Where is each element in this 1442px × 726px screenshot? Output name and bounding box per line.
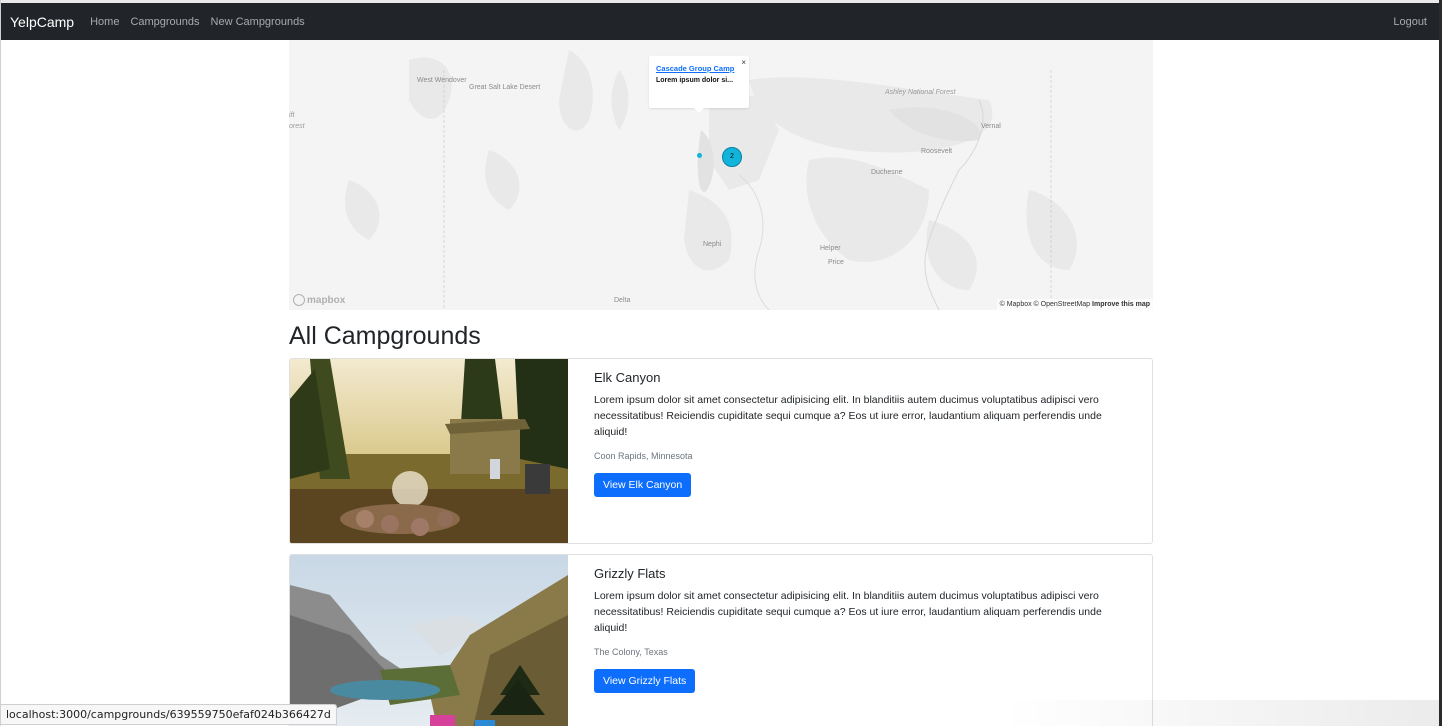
campground-title: Elk Canyon xyxy=(594,370,661,385)
brand-logo[interactable]: YelpCamp xyxy=(10,14,74,30)
map-label-nephi: Nephi xyxy=(703,241,722,248)
campground-image xyxy=(290,359,568,543)
mapbox-logo-text: mapbox xyxy=(307,294,346,306)
map-label-ashley-national-forest: Ashley National Forest xyxy=(885,89,956,96)
browser-viewport: YelpCamp Home Campgrounds New Campground… xyxy=(0,0,1442,726)
map-point-marker[interactable] xyxy=(697,153,702,158)
map-label-delta: Delta xyxy=(614,297,631,304)
map-label-fragment: orest xyxy=(289,123,305,130)
map-label-duchesne: Duchesne xyxy=(871,169,903,176)
map-attribution: © Mapbox © OpenStreetMap Improve this ma… xyxy=(996,299,1153,310)
nav-link-campgrounds[interactable]: Campgrounds xyxy=(130,16,199,28)
campground-card: Elk Canyon Lorem ipsum dolor sit amet co… xyxy=(289,358,1153,544)
map-label-great-salt-lake-desert: Great Salt Lake Desert xyxy=(469,84,541,91)
map-label-west-wendover: West Wendover xyxy=(417,77,467,84)
cluster-count: 2 xyxy=(730,153,734,160)
campground-title: Grizzly Flats xyxy=(594,566,666,581)
nav-link-home[interactable]: Home xyxy=(90,16,119,28)
mapbox-logo[interactable]: mapbox xyxy=(293,294,345,306)
popup-description: Lorem ipsum dolor si... xyxy=(656,77,734,84)
nav-link-logout[interactable]: Logout xyxy=(1393,16,1427,28)
map-popup: × Cascade Group Camp Lorem ipsum dolor s… xyxy=(649,56,749,113)
status-bar-url: localhost:3000/campgrounds/639559750efaf… xyxy=(1,704,337,725)
card-body: Elk Canyon Lorem ipsum dolor sit amet co… xyxy=(594,370,1134,497)
improve-map-link[interactable]: Improve this map xyxy=(1092,301,1150,308)
close-icon[interactable]: × xyxy=(741,58,746,67)
attribution-text[interactable]: © Mapbox © OpenStreetMap xyxy=(1000,301,1090,308)
page-title: All Campgrounds xyxy=(289,322,481,350)
popup-tip xyxy=(694,108,704,113)
map-label-roosevelt: Roosevelt xyxy=(921,148,953,155)
campground-description: Lorem ipsum dolor sit amet consectetur a… xyxy=(594,590,1102,634)
campground-location: The Colony, Texas xyxy=(594,647,668,657)
campground-image xyxy=(290,555,568,726)
navbar: YelpCamp Home Campgrounds New Campground… xyxy=(1,3,1439,40)
map-label-fragment: ift xyxy=(289,112,295,119)
map-label-price: Price xyxy=(828,259,844,266)
bottom-shadow xyxy=(1001,700,1439,726)
card-body: Grizzly Flats Lorem ipsum dolor sit amet… xyxy=(594,566,1134,693)
campground-location: Coon Rapids, Minnesota xyxy=(594,451,693,461)
mapbox-icon xyxy=(293,294,305,306)
map-label-helper: Helper xyxy=(820,245,841,252)
view-campground-button[interactable]: View Elk Canyon xyxy=(594,473,692,497)
cluster-map[interactable]: West Wendover Great Salt Lake Desert Ash… xyxy=(289,40,1153,310)
nav-link-new-campgrounds[interactable]: New Campgrounds xyxy=(211,16,305,28)
map-label-vernal: Vernal xyxy=(981,123,1001,130)
popup-campground-link[interactable]: Cascade Group Camp xyxy=(656,64,742,73)
view-campground-button[interactable]: View Grizzly Flats xyxy=(594,669,696,693)
map-cluster-marker[interactable]: 2 xyxy=(722,147,742,167)
campground-description: Lorem ipsum dolor sit amet consectetur a… xyxy=(594,394,1102,438)
